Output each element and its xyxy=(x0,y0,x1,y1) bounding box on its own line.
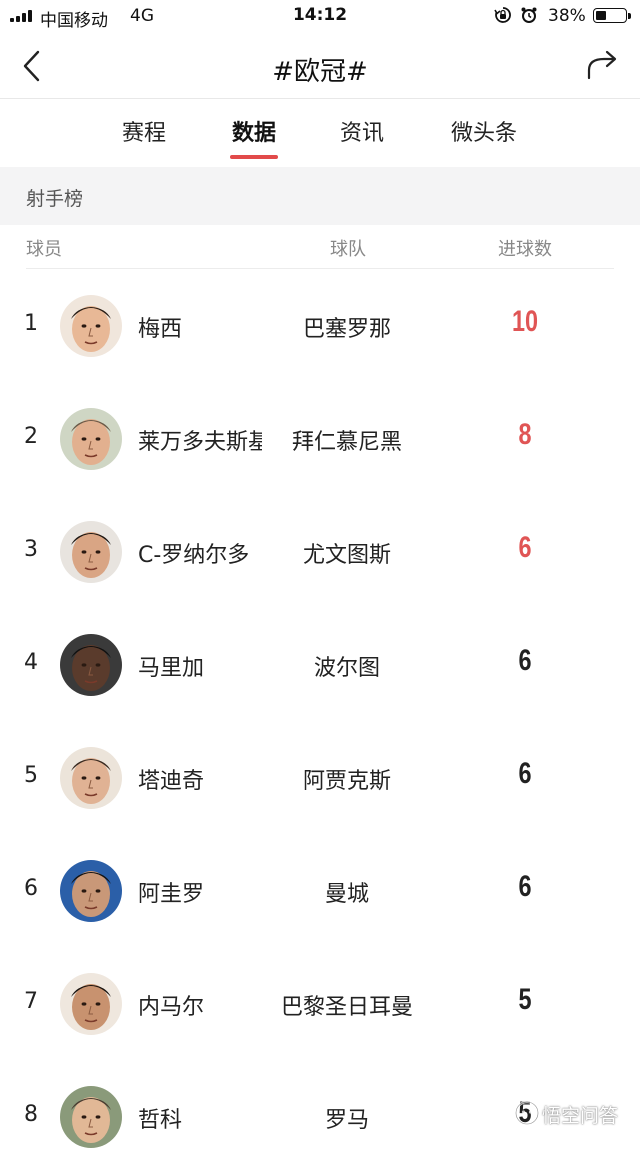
scorer-row[interactable]: 7 内马尔 巴黎圣日耳曼 5 xyxy=(0,947,640,1060)
scorer-row[interactable]: 5 塔迪奇 阿贾克斯 6 xyxy=(0,721,640,834)
team-name[interactable]: 巴塞罗那 xyxy=(268,311,426,343)
rotation-lock-icon xyxy=(494,6,512,24)
player-name[interactable]: 阿圭罗 xyxy=(138,876,262,908)
active-tab-indicator xyxy=(230,155,278,159)
scorer-rank: 7 xyxy=(24,989,38,1014)
scorer-rank: 4 xyxy=(24,650,38,675)
player-avatar[interactable] xyxy=(60,973,122,1035)
scorer-row[interactable]: 1 梅西 巴塞罗那 10 xyxy=(0,269,640,382)
page-title: #欧冠# xyxy=(272,57,368,87)
battery-percent: 38% xyxy=(548,6,586,26)
tab-bar: 赛程 数据 资讯 微头条 xyxy=(0,99,640,161)
player-avatar[interactable] xyxy=(60,521,122,583)
battery-level xyxy=(596,11,606,20)
team-name[interactable]: 曼城 xyxy=(268,876,426,908)
share-arrow-icon xyxy=(587,50,617,80)
player-name[interactable]: 梅西 xyxy=(138,311,262,343)
tab-news[interactable]: 资讯 xyxy=(326,115,398,147)
team-name[interactable]: 波尔图 xyxy=(268,650,426,682)
alarm-icon xyxy=(520,6,538,24)
scorer-row[interactable]: 4 马里加 波尔图 6 xyxy=(0,608,640,721)
column-goals[interactable]: 进球数 xyxy=(478,235,572,261)
watermark-text: 悟空问答 xyxy=(542,1105,619,1127)
player-name[interactable]: 塔迪奇 xyxy=(138,763,262,795)
wukong-logo-icon xyxy=(514,1100,540,1126)
section-title: 射手榜 xyxy=(26,188,84,210)
column-headers: 球员 球队 进球数 xyxy=(0,225,640,269)
scorer-rank: 3 xyxy=(24,537,38,562)
player-name[interactable]: 内马尔 xyxy=(138,989,262,1021)
team-name[interactable]: 巴黎圣日耳曼 xyxy=(268,989,426,1021)
battery-icon xyxy=(593,8,631,23)
player-name[interactable]: 哲科 xyxy=(138,1102,262,1134)
player-avatar[interactable] xyxy=(60,1086,122,1148)
scorer-rank: 1 xyxy=(24,311,38,336)
team-name[interactable]: 拜仁慕尼黑 xyxy=(268,424,426,456)
status-bar: 中国移动 4G 14:12 38% xyxy=(0,0,640,34)
player-avatar[interactable] xyxy=(60,634,122,696)
scorer-row[interactable]: 6 阿圭罗 曼城 6 xyxy=(0,834,640,947)
scorer-rank: 2 xyxy=(24,424,38,449)
column-team: 球队 xyxy=(330,239,366,260)
watermark: 悟空问答 xyxy=(512,1095,636,1131)
team-name[interactable]: 尤文图斯 xyxy=(268,537,426,569)
scorer-rank: 5 xyxy=(24,763,38,788)
goal-count: 5 xyxy=(518,983,532,1016)
goal-count: 8 xyxy=(518,418,532,451)
column-player: 球员 xyxy=(26,239,62,260)
tab-data[interactable]: 数据 xyxy=(218,115,290,147)
section-header: 射手榜 xyxy=(0,167,640,225)
goal-count: 6 xyxy=(518,531,532,564)
scorer-row[interactable]: 3 C-罗纳尔多 尤文图斯 6 xyxy=(0,495,640,608)
goal-count: 6 xyxy=(518,757,532,790)
player-name[interactable]: 莱万多夫斯基 xyxy=(138,424,262,456)
tab-schedule[interactable]: 赛程 xyxy=(108,115,180,147)
team-name[interactable]: 罗马 xyxy=(268,1102,426,1134)
player-avatar[interactable] xyxy=(60,747,122,809)
scorer-list: 1 梅西 巴塞罗那 10 2 莱万多夫斯基 拜仁慕尼黑 8 3 C-罗纳尔多 尤文图斯 6 4 马里加 波尔… xyxy=(0,269,640,1173)
goal-count: 6 xyxy=(518,870,532,903)
goal-count: 10 xyxy=(511,305,539,338)
player-name[interactable]: C-罗纳尔多 xyxy=(138,537,262,569)
team-name[interactable]: 阿贾克斯 xyxy=(268,763,426,795)
player-name[interactable]: 马里加 xyxy=(138,650,262,682)
tab-micro-headlines[interactable]: 微头条 xyxy=(434,115,534,147)
share-button[interactable] xyxy=(584,48,620,84)
player-avatar[interactable] xyxy=(60,408,122,470)
player-avatar[interactable] xyxy=(60,860,122,922)
scorer-rank: 6 xyxy=(24,876,38,901)
scorer-rank: 8 xyxy=(24,1102,38,1127)
nav-bar: #欧冠# xyxy=(0,34,640,99)
player-avatar[interactable] xyxy=(60,295,122,357)
goal-count: 6 xyxy=(518,644,532,677)
scorer-row[interactable]: 2 莱万多夫斯基 拜仁慕尼黑 8 xyxy=(0,382,640,495)
status-time: 14:12 xyxy=(292,5,348,25)
